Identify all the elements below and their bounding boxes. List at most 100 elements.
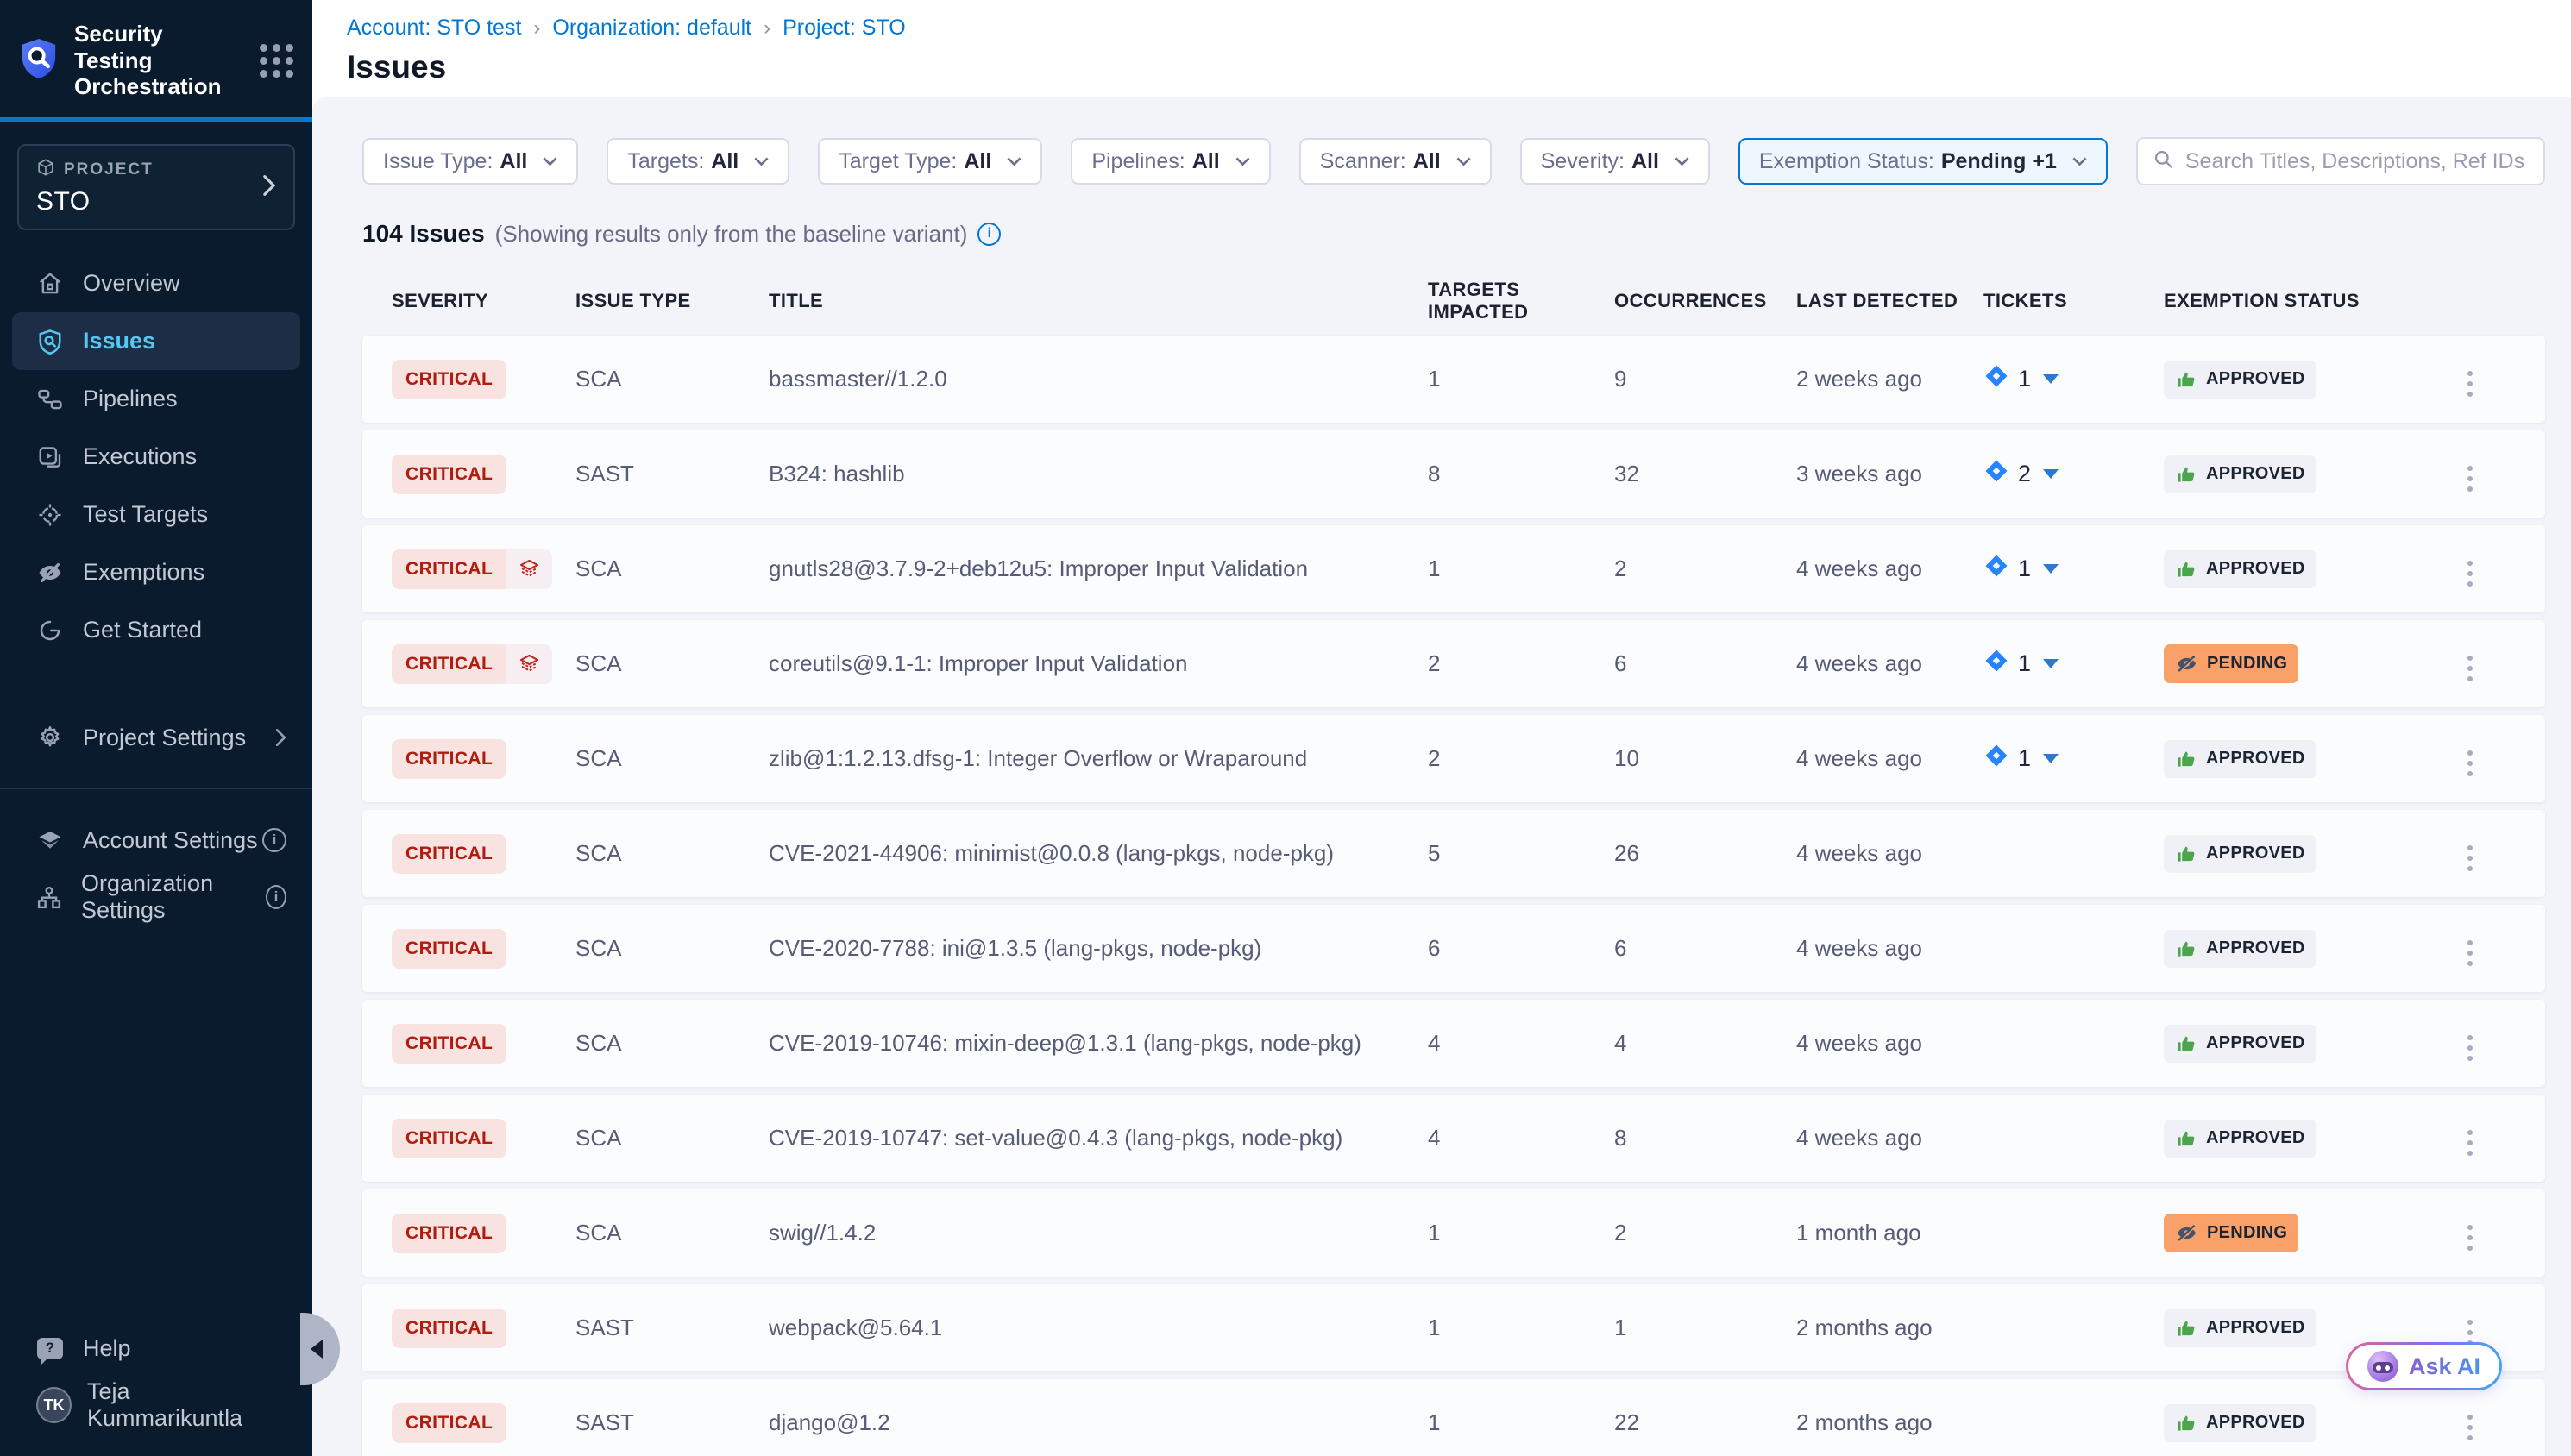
severity-badge: CRITICAL: [392, 739, 506, 779]
row-menu-button[interactable]: [2455, 838, 2485, 878]
row-menu-button[interactable]: [2455, 554, 2485, 593]
sidebar-item-get-started[interactable]: Get Started: [0, 601, 312, 659]
filter-dropdown[interactable]: Exemption Status: Pending +1: [1738, 138, 2108, 185]
table-row[interactable]: CRITICAL SCA CVE-2019-10746: mixin-deep@…: [362, 1000, 2545, 1087]
status-label: APPROVED: [2206, 1318, 2305, 1338]
user-menu[interactable]: TK Teja Kummarikuntla: [0, 1377, 312, 1434]
ticket-dropdown[interactable]: 1: [1983, 648, 2059, 680]
filter-chips: Issue Type:All Targets:All Target Type:A…: [362, 138, 2108, 185]
severity-badge: CRITICAL: [392, 1309, 506, 1348]
filter-dropdown[interactable]: Scanner:All: [1299, 138, 1492, 185]
row-menu-button[interactable]: [2455, 364, 2485, 404]
table-row[interactable]: CRITICAL SAST webpack@5.64.1 1 1 2 month…: [362, 1284, 2545, 1371]
breadcrumb-link[interactable]: Project: STO: [783, 16, 906, 41]
ticket-dropdown[interactable]: 2: [1983, 458, 2059, 490]
table-row[interactable]: CRITICAL SCA CVE-2020-7788: ini@1.3.5 (l…: [362, 905, 2545, 992]
main-content: Account: STO test›Organization: default›…: [312, 0, 2571, 1456]
table-row[interactable]: CRITICAL SAST django@1.2 1 22 2 months a…: [362, 1379, 2545, 1456]
severity-badge: CRITICAL: [392, 1119, 506, 1158]
sidebar-item-issues[interactable]: Issues: [12, 312, 300, 370]
breadcrumb: Account: STO test›Organization: default›…: [347, 16, 2571, 41]
severity-label: CRITICAL: [392, 834, 506, 874]
info-icon[interactable]: i: [262, 828, 286, 852]
ticket-dropdown[interactable]: 1: [1983, 363, 2059, 395]
severity-label: CRITICAL: [392, 360, 506, 399]
breadcrumb-link[interactable]: Organization: default: [552, 16, 751, 41]
gear-icon: [36, 725, 64, 750]
app-switcher-icon[interactable]: [260, 44, 293, 78]
row-menu-button[interactable]: [2455, 1408, 2485, 1447]
layers-icon: [506, 549, 552, 589]
sidebar-item-executions[interactable]: Executions: [0, 428, 312, 486]
status-label: APPROVED: [2206, 369, 2305, 389]
breadcrumb-link[interactable]: Account: STO test: [347, 16, 521, 41]
chevron-down-icon: [1235, 157, 1250, 166]
severity-badge: CRITICAL: [392, 360, 506, 399]
sidebar-item-label: Exemptions: [83, 559, 204, 586]
ticket-count: 1: [2018, 650, 2031, 677]
issues-table: SEVERITYISSUE TYPETITLETARGETS IMPACTEDO…: [362, 277, 2545, 1456]
sidebar-item-test-targets[interactable]: Test Targets: [0, 486, 312, 543]
filter-dropdown[interactable]: Issue Type:All: [362, 138, 578, 185]
chevron-down-icon: [1007, 157, 1021, 166]
row-menu-button[interactable]: [2455, 1218, 2485, 1258]
ticket-dropdown[interactable]: 1: [1983, 553, 2059, 585]
filter-bar: Issue Type:All Targets:All Target Type:A…: [362, 137, 2545, 185]
thumbs-up-icon: [2175, 368, 2197, 391]
sidebar-item-account-settings[interactable]: Account Settings i: [0, 812, 312, 869]
ask-ai-button[interactable]: Ask AI: [2346, 1342, 2502, 1390]
issue-title: zlib@1:1.2.13.dfsg-1: Integer Overflow o…: [769, 745, 1428, 772]
sidebar-item-project-settings[interactable]: Project Settings: [0, 709, 312, 766]
ticket-caret-icon: [2043, 374, 2059, 384]
row-menu-button[interactable]: [2455, 933, 2485, 973]
last-detected: 4 weeks ago: [1796, 840, 1983, 867]
sidebar-item-help[interactable]: ? Help: [0, 1320, 312, 1377]
row-menu-button[interactable]: [2455, 744, 2485, 783]
table-row[interactable]: CRITICAL SCA CVE-2021-44906: minimist@0.…: [362, 810, 2545, 897]
status-label: APPROVED: [2206, 1128, 2305, 1148]
sidebar-item-organization-settings[interactable]: Organization Settings i: [0, 869, 312, 926]
table-row[interactable]: CRITICAL SCA coreutils@9.1-1: Improper I…: [362, 620, 2545, 707]
table-row[interactable]: CRITICAL SCA bassmaster//1.2.0 1 9 2 wee…: [362, 336, 2545, 423]
sidebar-item-exemptions[interactable]: Exemptions: [0, 543, 312, 601]
sidebar-item-pipelines[interactable]: Pipelines: [0, 370, 312, 428]
table-row[interactable]: CRITICAL SCA gnutls28@3.7.9-2+deb12u5: I…: [362, 525, 2545, 612]
severity-badge: CRITICAL: [392, 834, 506, 874]
status-cell: APPROVED: [2164, 1404, 2455, 1442]
filter-dropdown[interactable]: Target Type:All: [818, 138, 1042, 185]
row-menu-button[interactable]: [2455, 1028, 2485, 1068]
table-row[interactable]: CRITICAL SCA CVE-2019-10747: set-value@0…: [362, 1095, 2545, 1182]
filter-label: Exemption Status:: [1759, 149, 1934, 174]
project-selector[interactable]: PROJECT STO: [17, 144, 295, 230]
ticket-dropdown[interactable]: 1: [1983, 743, 2059, 775]
sidebar-item-overview[interactable]: Overview: [0, 254, 312, 312]
table-row[interactable]: CRITICAL SCA zlib@1:1.2.13.dfsg-1: Integ…: [362, 715, 2545, 802]
issue-title: django@1.2: [769, 1409, 1428, 1436]
sidebar-item-label: Pipelines: [83, 386, 178, 412]
exemption-status-badge: PENDING: [2164, 644, 2298, 683]
status-cell: APPROVED: [2164, 550, 2455, 588]
last-detected: 2 months ago: [1796, 1409, 1983, 1436]
chevron-down-icon: [754, 157, 769, 166]
table-row[interactable]: CRITICAL SAST B324: hashlib 8 32 3 weeks…: [362, 430, 2545, 518]
project-label: PROJECT: [64, 160, 154, 179]
chevron-down-icon: [1675, 157, 1689, 166]
row-menu-button[interactable]: [2455, 1123, 2485, 1163]
filter-dropdown[interactable]: Pipelines:All: [1071, 138, 1270, 185]
targets-impacted: 2: [1428, 650, 1614, 677]
ticket-count: 1: [2018, 366, 2031, 392]
filter-dropdown[interactable]: Severity:All: [1520, 138, 1710, 185]
table-row[interactable]: CRITICAL SCA swig//1.4.2 1 2 1 month ago…: [362, 1189, 2545, 1277]
user-name: Teja Kummarikuntla: [87, 1378, 286, 1432]
issue-title: webpack@5.64.1: [769, 1315, 1428, 1341]
row-menu-button[interactable]: [2455, 649, 2485, 688]
search-input[interactable]: [2185, 149, 2530, 174]
info-icon[interactable]: i: [266, 885, 286, 909]
filter-value: Pending +1: [1941, 149, 2057, 174]
thumbs-up-icon: [2175, 1412, 2197, 1434]
exemption-status-badge: APPROVED: [2164, 930, 2316, 968]
jira-icon: [1983, 648, 2009, 680]
info-icon[interactable]: i: [977, 223, 1001, 246]
filter-dropdown[interactable]: Targets:All: [607, 138, 789, 185]
row-menu-button[interactable]: [2455, 459, 2485, 499]
